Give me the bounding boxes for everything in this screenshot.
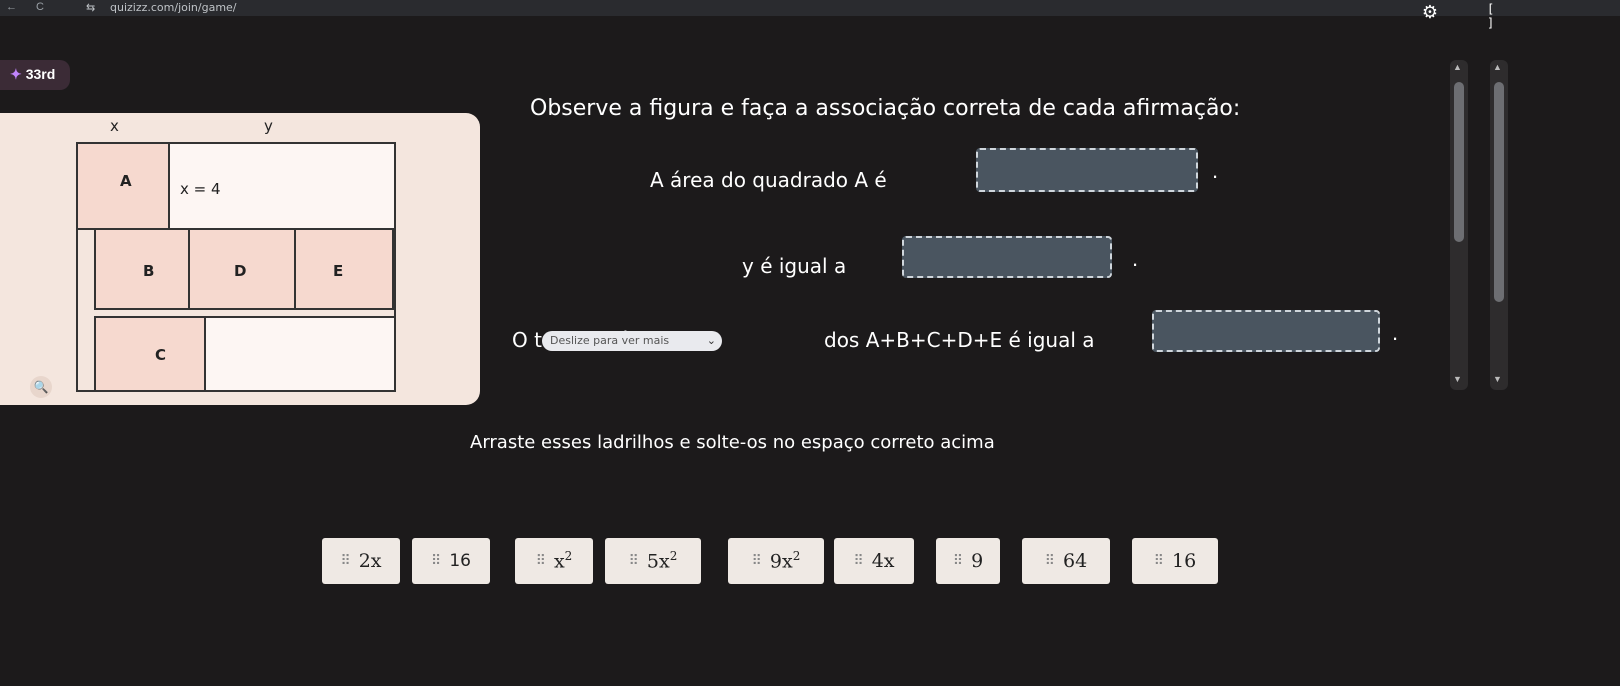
answer-tile-exponent: 2 [792, 549, 801, 564]
answer-tile-exponent: 2 [669, 549, 678, 564]
answer-tile[interactable]: ⠿ 9x2 [728, 538, 824, 584]
drag-handle-icon[interactable]: ⠿ [853, 553, 863, 569]
drag-handle-icon[interactable]: ⠿ [953, 553, 963, 569]
statement-2: y é igual a [742, 254, 847, 278]
label-c: C [155, 346, 167, 364]
answer-tile-value: 64 [1063, 550, 1087, 572]
drop-zone-2[interactable] [902, 236, 1112, 278]
rank-label: 33rd [25, 66, 56, 82]
answer-tile-value: 16 [1172, 550, 1196, 572]
answer-tile-base: x [553, 550, 565, 573]
answer-tile-base: 64 [1063, 550, 1088, 572]
gear-icon[interactable]: ⚙ [1420, 2, 1440, 22]
label-b: B [143, 262, 155, 280]
medal-icon: ✦ [10, 66, 22, 82]
label-a: A [120, 172, 132, 190]
y-axis-label: y [264, 117, 273, 135]
statement-3-suffix: dos A+B+C+D+E é igual a [824, 328, 1095, 352]
drag-instruction: Arraste esses ladrilhos e solte-os no es… [470, 432, 995, 453]
reload-icon[interactable]: C [36, 1, 44, 13]
scroll-thumb[interactable] [1494, 82, 1504, 302]
answer-tile[interactable]: ⠿ 16 [1132, 538, 1218, 584]
scroll-hint-tooltip[interactable]: Deslize para ver mais ⌄ [542, 331, 722, 351]
statement-1: A área do quadrado A é [650, 168, 887, 192]
label-e: E [333, 262, 344, 280]
square-b [94, 228, 190, 310]
scroll-up-icon[interactable]: ▲ [1493, 62, 1502, 72]
square-c [94, 316, 206, 392]
drag-handle-icon[interactable]: ⠿ [752, 553, 762, 569]
drop-zone-1[interactable] [976, 148, 1198, 192]
answer-tile-base: 9 [971, 550, 984, 572]
answer-tile[interactable]: ⠿ 16 [412, 538, 490, 584]
drag-handle-icon[interactable]: ⠿ [536, 553, 546, 569]
drag-handle-icon[interactable]: ⠿ [1154, 553, 1164, 569]
x-axis-label: x [110, 117, 119, 135]
scroll-thumb[interactable] [1454, 82, 1464, 242]
answer-tile-value: 9x2 [770, 549, 800, 572]
square-e [294, 228, 394, 310]
answer-tile-value: 5x2 [647, 549, 677, 572]
statement-2-period: . [1132, 246, 1139, 271]
answer-tile[interactable]: ⠿ x2 [515, 538, 593, 584]
answer-tile-base: 9x [769, 550, 793, 573]
drag-handle-icon[interactable]: ⠿ [629, 553, 639, 569]
question-scrollbar[interactable]: ▲ ▼ [1450, 60, 1468, 390]
site-settings-icon[interactable]: ⇆ [86, 1, 95, 14]
answer-tile-value: x2 [554, 549, 572, 572]
answer-tile[interactable]: ⠿ 2x [322, 538, 400, 584]
rect-bottom-right [204, 316, 396, 392]
answer-tile-base: 16 [449, 551, 471, 571]
scroll-hint-text: Deslize para ver mais [550, 334, 670, 347]
scroll-up-icon[interactable]: ▲ [1453, 62, 1462, 72]
label-d: D [234, 262, 247, 280]
fullscreen-icon[interactable]: [ ] [1487, 2, 1507, 30]
answer-tile-value: 4x [872, 550, 895, 572]
rank-badge: ✦ 33rd [0, 60, 70, 90]
drag-handle-icon[interactable]: ⠿ [340, 553, 350, 569]
answer-tile[interactable]: ⠿ 9 [936, 538, 1000, 584]
page-scrollbar[interactable]: ▲ ▼ [1490, 60, 1508, 390]
answer-tile[interactable]: ⠿ 5x2 [605, 538, 701, 584]
browser-bar: ← C ⇆ quizizz.com/join/game/ [0, 0, 1620, 16]
answer-tile[interactable]: ⠿ 64 [1022, 538, 1110, 584]
question-title: Observe a figura e faça a associação cor… [530, 96, 1241, 121]
statement-1-period: . [1212, 158, 1219, 183]
answer-tile-value: 2x [359, 550, 382, 572]
zoom-icon[interactable]: 🔍 [30, 376, 52, 398]
answer-tile[interactable]: ⠿ 4x [834, 538, 914, 584]
answer-tile-base: 2x [358, 550, 382, 572]
chevron-down-icon: ⌄ [706, 334, 716, 347]
back-icon[interactable]: ← [6, 1, 17, 13]
answer-tile-value: 9 [971, 550, 983, 572]
answer-tile-value: 16 [449, 551, 471, 571]
answer-tile-exponent: 2 [564, 549, 573, 564]
drop-zone-3[interactable] [1152, 310, 1380, 352]
scroll-down-icon[interactable]: ▼ [1453, 374, 1462, 384]
drag-handle-icon[interactable]: ⠿ [431, 553, 441, 569]
answer-tile-base: 4x [871, 550, 895, 572]
drag-handle-icon[interactable]: ⠿ [1045, 553, 1055, 569]
address-bar[interactable]: quizizz.com/join/game/ [110, 1, 237, 14]
statement-3-period: . [1392, 320, 1399, 345]
label-x-value: x = 4 [180, 180, 221, 198]
scroll-down-icon[interactable]: ▼ [1493, 374, 1502, 384]
answer-tile-base: 16 [1172, 550, 1197, 572]
answer-tile-base: 5x [646, 550, 670, 573]
